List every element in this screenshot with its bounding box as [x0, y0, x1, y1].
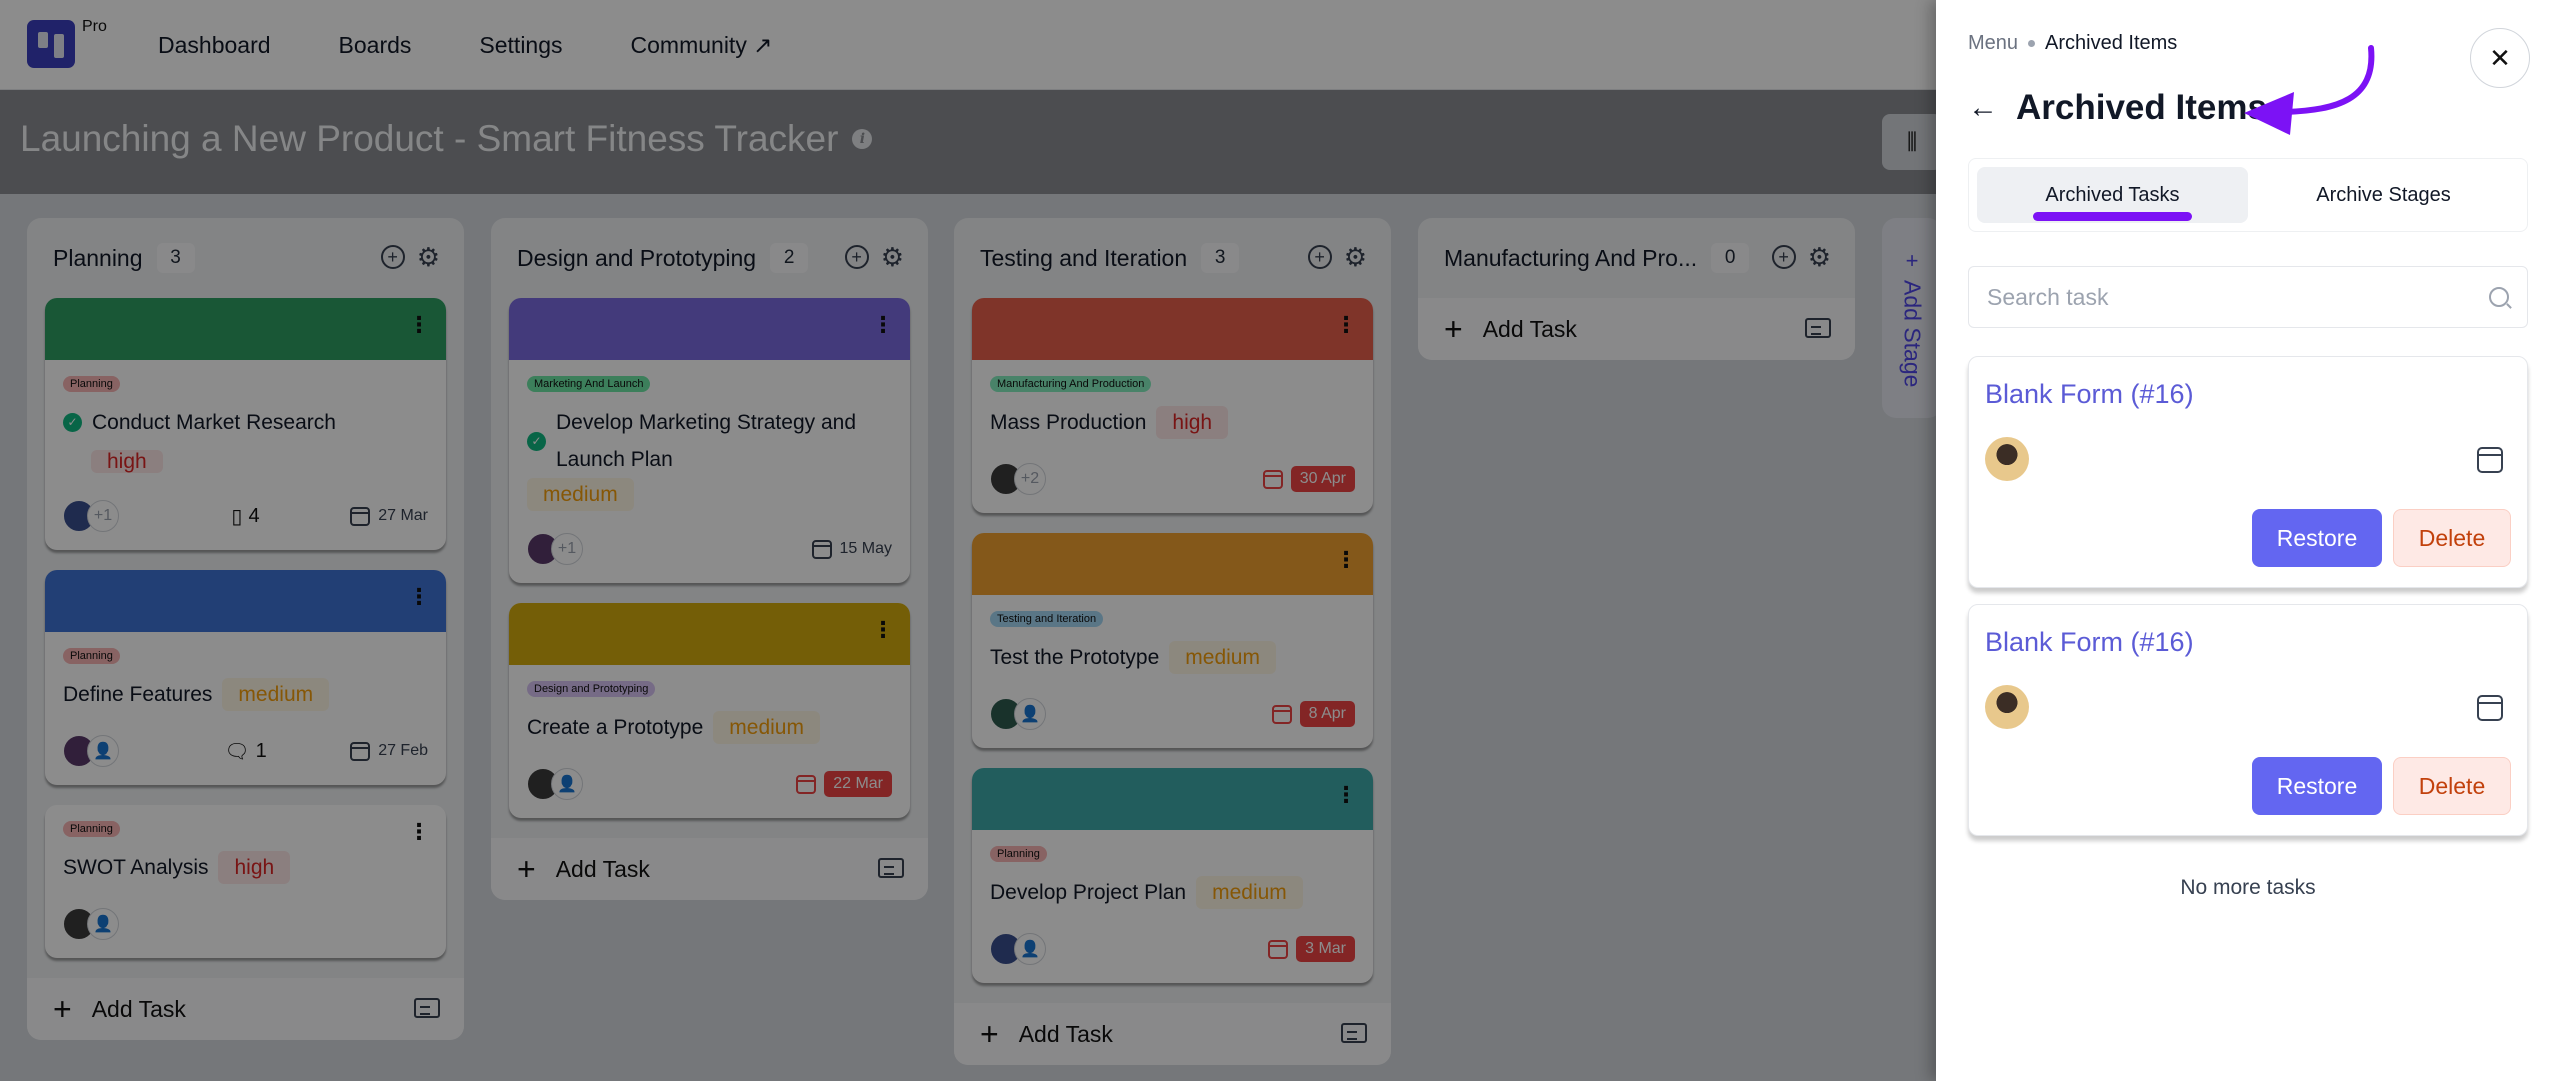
panel-title: Archived Items [2016, 88, 2267, 127]
no-more-tasks-text: No more tasks [2180, 876, 2316, 899]
tab-archive-stages[interactable]: Archive Stages [2248, 167, 2519, 223]
archived-task-title[interactable]: Blank Form (#16) [1985, 379, 2194, 410]
breadcrumb-separator [2028, 40, 2036, 47]
search-input[interactable] [1987, 283, 2489, 311]
modal-backdrop[interactable] [0, 0, 1936, 1081]
assignee-avatar [1985, 437, 2029, 481]
search-field [1968, 266, 2528, 328]
close-icon: ✕ [2489, 42, 2511, 73]
assignee-avatar [1985, 685, 2029, 729]
delete-button[interactable]: Delete [2393, 509, 2511, 567]
breadcrumb-menu[interactable]: Menu [1968, 32, 2018, 55]
calendar-icon[interactable] [2477, 695, 2503, 721]
panel-title-row: ← Archived Items [1968, 88, 2267, 128]
archived-task-item: Blank Form (#16) Restore Delete [1968, 604, 2528, 836]
archived-items-panel: Menu Archived Items ✕ ← Archived Items A… [1936, 0, 2560, 1081]
tab-archived-tasks[interactable]: Archived Tasks [1977, 167, 2248, 223]
search-icon [2489, 287, 2509, 307]
calendar-icon[interactable] [2477, 447, 2503, 473]
restore-button[interactable]: Restore [2252, 757, 2382, 815]
delete-button[interactable]: Delete [2393, 757, 2511, 815]
breadcrumb-current: Archived Items [2045, 32, 2178, 54]
archived-task-item: Blank Form (#16) Restore Delete [1968, 356, 2528, 588]
archived-task-title[interactable]: Blank Form (#16) [1985, 627, 2194, 658]
restore-button[interactable]: Restore [2252, 509, 2382, 567]
archive-tabs: Archived Tasks Archive Stages [1968, 158, 2528, 232]
close-button[interactable]: ✕ [2470, 28, 2530, 88]
annotation-arrow-icon [2244, 45, 2375, 135]
breadcrumb: Menu Archived Items [1968, 32, 2177, 55]
back-arrow-icon[interactable]: ← [1968, 91, 1998, 125]
